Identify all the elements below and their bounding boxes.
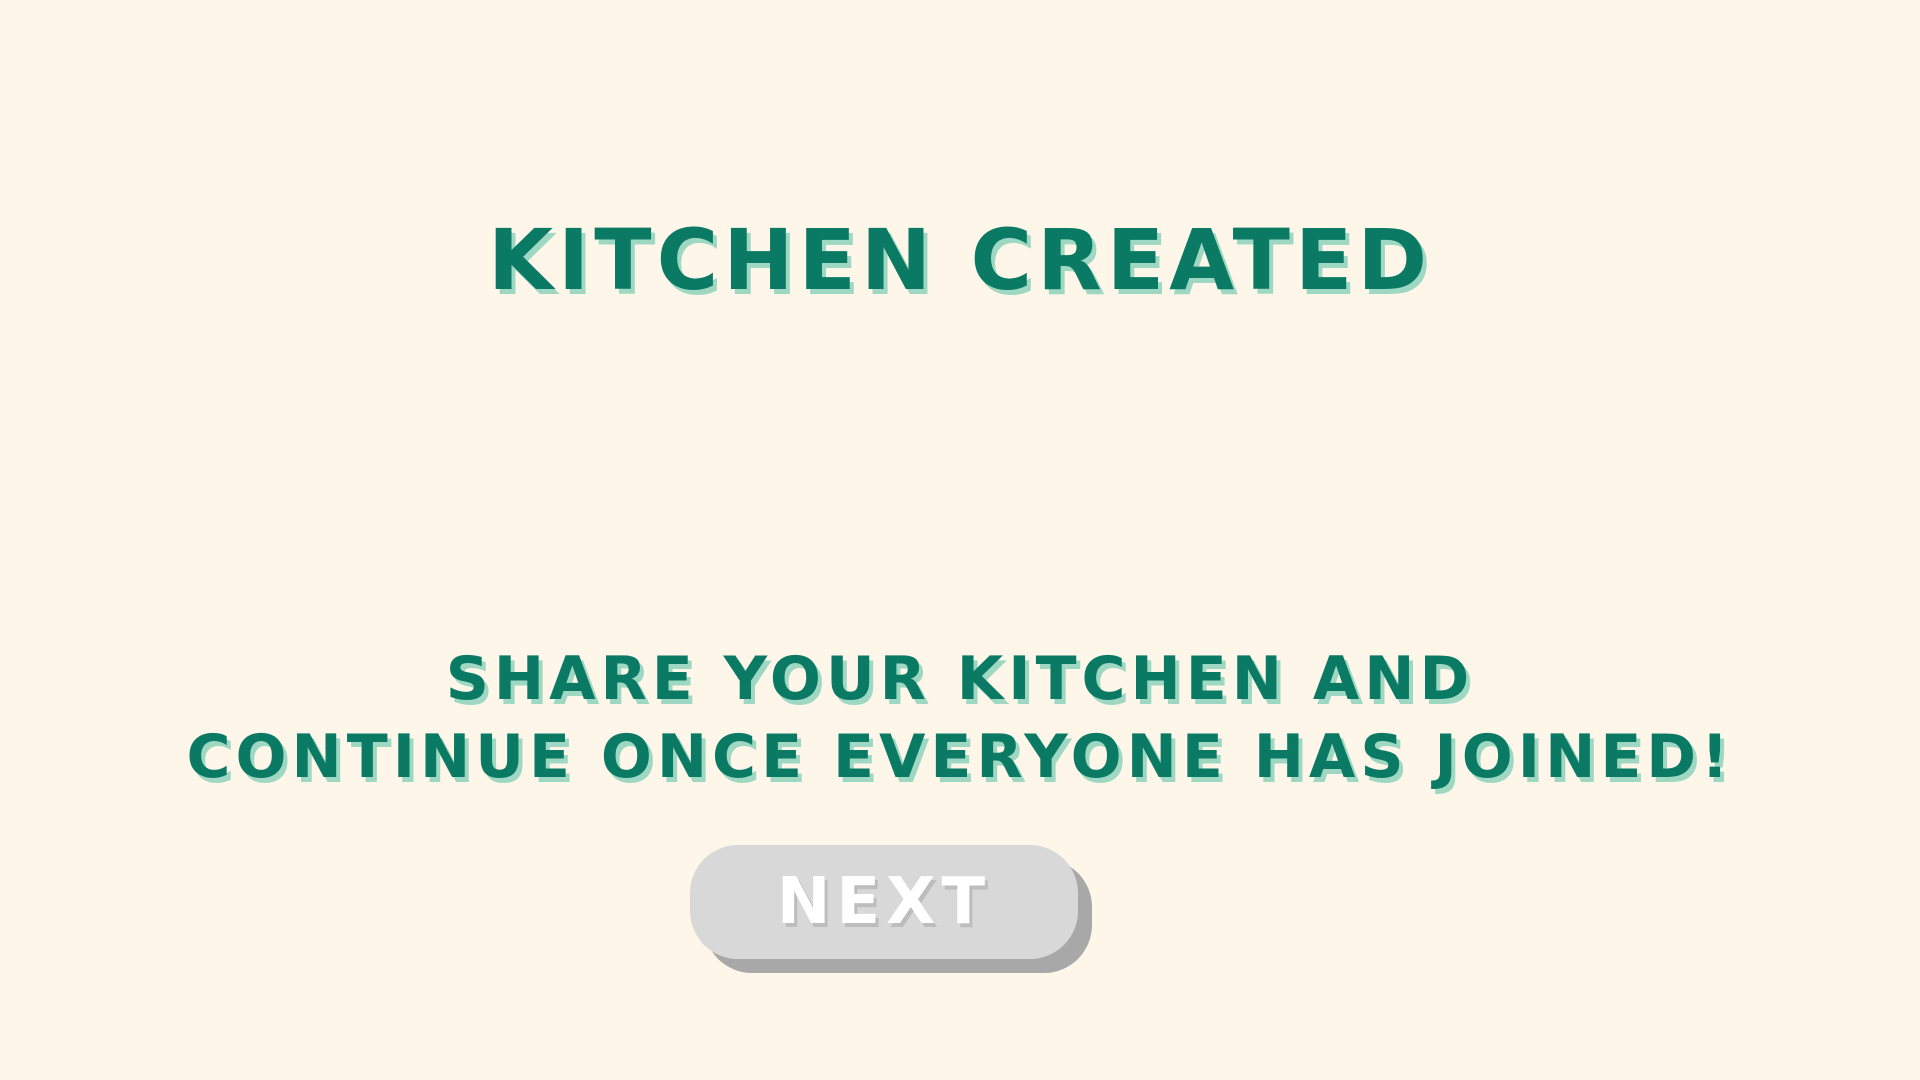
kitchen-created-screen: KITCHEN CREATED SHARE YOUR KITCHEN AND C… bbox=[0, 0, 1920, 1080]
page-title: KITCHEN CREATED bbox=[487, 211, 1433, 309]
instruction-line-2: CONTINUE ONCE EVERYONE HAS JOINED! bbox=[186, 722, 1734, 792]
instruction-message: SHARE YOUR KITCHEN AND CONTINUE ONCE EVE… bbox=[0, 640, 1920, 796]
instruction-line-1: SHARE YOUR KITCHEN AND bbox=[445, 644, 1475, 714]
next-button-container: NEXT bbox=[690, 845, 1092, 973]
next-button[interactable]: NEXT bbox=[690, 845, 1078, 959]
